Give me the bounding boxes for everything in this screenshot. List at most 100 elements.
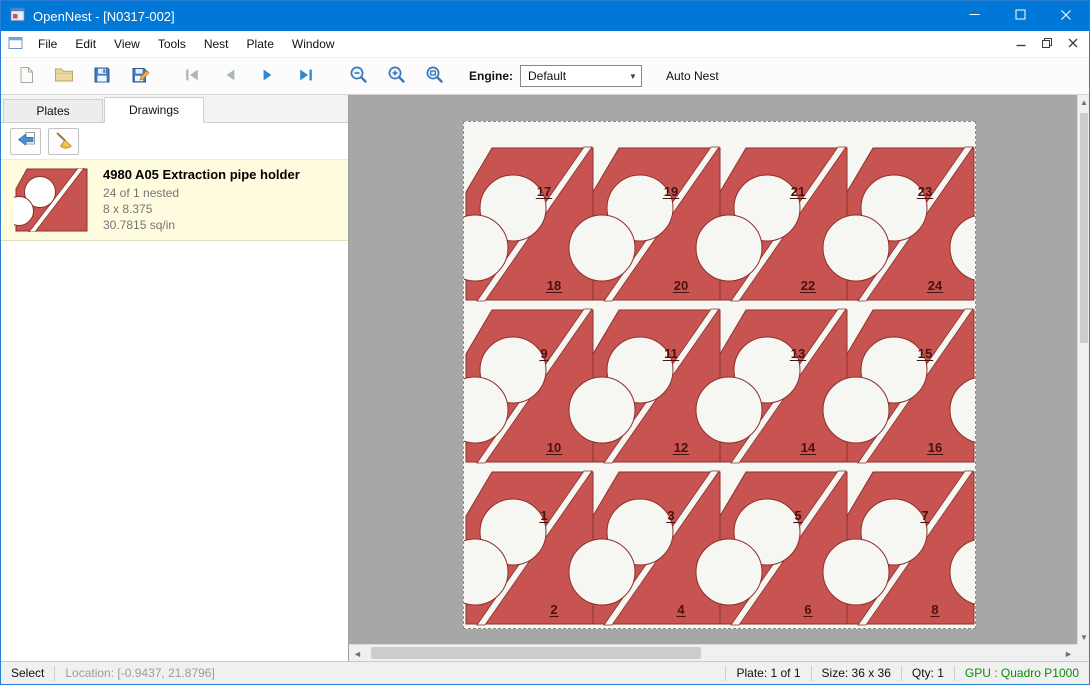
zoom-in-button[interactable] <box>379 61 413 91</box>
plate-size: Size: 36 x 36 <box>812 666 901 680</box>
part-number: 3 <box>667 508 674 523</box>
nest-row: 910111213141516 <box>464 309 975 463</box>
minimize-icon <box>969 9 980 23</box>
mdi-restore-button[interactable] <box>1035 34 1058 55</box>
part-number: 8 <box>931 602 938 617</box>
menu-item-window[interactable]: Window <box>283 32 344 56</box>
part-thumbnail <box>13 167 91 233</box>
part-number: 7 <box>921 508 928 523</box>
minimize-button[interactable] <box>951 1 997 31</box>
maximize-icon <box>1015 9 1026 23</box>
menu-item-file[interactable]: File <box>29 32 66 56</box>
auto-nest-button[interactable]: Auto Nest <box>666 69 719 83</box>
part-number: 10 <box>547 440 561 455</box>
part-number: 9 <box>540 346 547 361</box>
nav-prev-button[interactable] <box>213 61 247 91</box>
maximize-button[interactable] <box>997 1 1043 31</box>
new-document-icon <box>18 66 35 87</box>
nav-next-button[interactable] <box>251 61 285 91</box>
menu-item-plate[interactable]: Plate <box>238 32 283 56</box>
zoom-fit-icon <box>425 65 444 87</box>
part-number: 14 <box>801 440 816 455</box>
drawing-list-empty-space <box>1 241 348 661</box>
mdi-close-button[interactable] <box>1061 34 1084 55</box>
drawing-size: 8 x 8.375 <box>103 202 300 217</box>
mdi-window-controls <box>1009 34 1089 55</box>
part-number: 4 <box>677 602 685 617</box>
vertical-scrollbar[interactable]: ▲ ▼ <box>1077 95 1089 644</box>
drawing-item-text: 4980 A05 Extraction pipe holder 24 of 1 … <box>103 167 300 233</box>
menu-item-view[interactable]: View <box>105 32 149 56</box>
mode-status: Select <box>1 666 54 680</box>
menu-bar: FileEditViewToolsNestPlateWindow <box>1 31 1089 57</box>
title-bar: OpenNest - [N0317-002] <box>1 1 1089 31</box>
vertical-scrollbar-thumb[interactable] <box>1080 113 1088 343</box>
part-number: 11 <box>664 346 678 361</box>
toolbar-group-nav <box>175 61 323 91</box>
horizontal-scrollbar-thumb[interactable] <box>371 647 701 659</box>
drawings-toolbar <box>1 123 348 159</box>
scroll-left-icon[interactable]: ◄ <box>349 646 366 661</box>
tab-drawings[interactable]: Drawings <box>104 97 204 123</box>
engine-select[interactable]: Default ▼ <box>520 65 642 87</box>
drawing-nested-count: 24 of 1 nested <box>103 186 300 201</box>
nest-plate-svg: 171819202122232491011121314151612345678 <box>464 122 975 628</box>
drawing-area: 30.7815 sq/in <box>103 218 300 233</box>
part-number: 21 <box>791 184 805 199</box>
part-number: 6 <box>804 602 811 617</box>
status-bar: Select Location: [-0.9437, 21.8796] Plat… <box>1 661 1089 684</box>
nest-canvas[interactable]: 171819202122232491011121314151612345678 … <box>349 95 1089 661</box>
sidebar-tabs: PlatesDrawings <box>1 95 348 122</box>
menu-items: FileEditViewToolsNestPlateWindow <box>29 31 344 57</box>
mdi-child-icon[interactable] <box>8 36 23 53</box>
drawings-tab-page: 4980 A05 Extraction pipe holder 24 of 1 … <box>1 122 348 661</box>
save-edit-button[interactable] <box>123 61 157 91</box>
drawing-list-item[interactable]: 4980 A05 Extraction pipe holder 24 of 1 … <box>1 159 348 241</box>
nav-next-icon <box>259 66 277 87</box>
gpu-info: GPU : Quadro P1000 <box>955 666 1089 680</box>
toolbar-group-file <box>9 61 157 91</box>
zoom-fit-button[interactable] <box>417 61 451 91</box>
minimize-icon <box>1015 37 1027 52</box>
open-folder-button[interactable] <box>47 61 81 91</box>
app-icon <box>10 7 25 25</box>
close-icon <box>1067 37 1079 52</box>
back-arrow-button[interactable] <box>10 128 41 155</box>
part-number: 20 <box>674 278 688 293</box>
menu-item-nest[interactable]: Nest <box>195 32 238 56</box>
scroll-right-icon[interactable]: ► <box>1060 646 1077 661</box>
nav-last-button[interactable] <box>289 61 323 91</box>
window-controls <box>951 1 1089 31</box>
part-number: 1 <box>540 508 547 523</box>
engine-value: Default <box>528 69 566 83</box>
open-folder-icon <box>54 66 74 86</box>
tab-plates[interactable]: Plates <box>3 99 103 123</box>
part-number: 12 <box>674 440 688 455</box>
part-number: 23 <box>918 184 932 199</box>
part-number: 22 <box>801 278 815 293</box>
cursor-location: Location: [-0.9437, 21.8796] <box>55 666 224 680</box>
scroll-up-icon[interactable]: ▲ <box>1078 95 1089 109</box>
part-number: 2 <box>550 602 557 617</box>
close-button[interactable] <box>1043 1 1089 31</box>
mdi-minimize-button[interactable] <box>1009 34 1032 55</box>
window-title: OpenNest - [N0317-002] <box>33 9 175 24</box>
quantity: Qty: 1 <box>902 666 954 680</box>
main-toolbar: Engine: Default ▼ Auto Nest <box>1 57 1089 95</box>
main-area: PlatesDrawings 4980 A05 Extraction pipe … <box>1 95 1089 661</box>
scroll-down-icon[interactable]: ▼ <box>1078 630 1089 644</box>
horizontal-scrollbar[interactable]: ◄ ► <box>349 644 1077 661</box>
save-icon <box>93 66 111 87</box>
menu-item-tools[interactable]: Tools <box>149 32 195 56</box>
nav-first-button[interactable] <box>175 61 209 91</box>
menu-item-edit[interactable]: Edit <box>66 32 105 56</box>
part-number: 19 <box>664 184 678 199</box>
app-window: OpenNest - [N0317-002] FileEditViewTools… <box>0 0 1090 685</box>
new-document-button[interactable] <box>9 61 43 91</box>
part-number: 18 <box>547 278 561 293</box>
zoom-out-button[interactable] <box>341 61 375 91</box>
broom-button[interactable] <box>48 128 79 155</box>
save-button[interactable] <box>85 61 119 91</box>
save-edit-icon <box>131 66 150 87</box>
engine-label: Engine: <box>469 69 513 83</box>
